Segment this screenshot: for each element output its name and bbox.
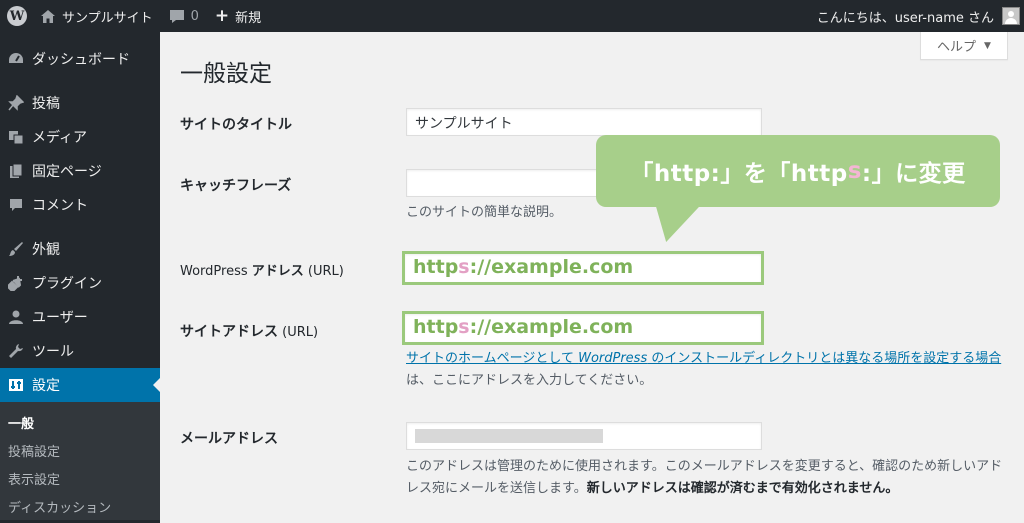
brush-icon — [4, 241, 28, 257]
user-icon — [4, 309, 28, 325]
tagline-description: このサイトの簡単な説明。 — [406, 205, 563, 220]
sidebar-item-posts[interactable]: 投稿 — [0, 86, 160, 120]
sidebar-item-tools[interactable]: ツール — [0, 334, 160, 368]
admin-sidebar: ダッシュボード 投稿 メディア 固定ページ コメント 外観 プラグイン ユーザー… — [0, 32, 161, 523]
greeting: こんにちは、user-name さん — [816, 10, 994, 26]
my-account-menu[interactable]: こんにちは、user-name さん — [809, 0, 1024, 32]
wordpress-logo-menu[interactable]: W — [2, 0, 32, 32]
comment-bubble-icon — [169, 9, 185, 24]
sidebar-item-plugins[interactable]: プラグイン — [0, 266, 160, 300]
settings-icon — [4, 377, 28, 393]
comments-menu[interactable]: 0 — [161, 0, 207, 32]
wordpress-logo-icon: W — [7, 6, 27, 26]
email-input[interactable] — [406, 422, 762, 450]
submenu-item-discussion[interactable]: ディスカッション — [0, 492, 160, 520]
dropdown-arrow-icon: ▼ — [984, 40, 991, 51]
site-name-menu[interactable]: サンプルサイト — [32, 0, 161, 32]
tagline-input[interactable] — [406, 169, 606, 197]
sidebar-item-users[interactable]: ユーザー — [0, 300, 160, 334]
home-icon — [40, 9, 56, 24]
site-address-label: サイトアドレス (URL) — [180, 324, 319, 340]
site-name: サンプルサイト — [62, 10, 153, 26]
email-description: このアドレスは管理のために使用されます。このメールアドレスを変更すると、確認のた… — [406, 459, 1003, 496]
site-title-label: サイトのタイトル — [180, 117, 292, 133]
submenu-item-general[interactable]: 一般 — [0, 408, 160, 436]
comments-count: 0 — [190, 8, 199, 24]
sidebar-item-media[interactable]: メディア — [0, 120, 160, 154]
redacted-email — [415, 429, 603, 443]
media-icon — [4, 129, 28, 145]
site-title-input[interactable]: サンプルサイト — [406, 108, 762, 136]
sidebar-item-settings[interactable]: 設定 — [0, 368, 161, 402]
admin-bar: W サンプルサイト 0 + 新規 こんにちは、user-name さん — [0, 0, 1024, 32]
callout-tail — [644, 206, 700, 242]
plus-icon: + — [214, 6, 230, 26]
plugin-icon — [4, 275, 28, 291]
submenu-item-reading[interactable]: 表示設定 — [0, 464, 160, 492]
main-content: ヘルプ ▼ 一般設定 サイトのタイトル サンプルサイト キャッチフレーズ このサ… — [160, 32, 1024, 523]
avatar — [1002, 7, 1020, 25]
sidebar-item-dashboard[interactable]: ダッシュボード — [0, 42, 160, 76]
annotation-callout: 「http:」を「http s:」に変更 — [596, 135, 1000, 207]
page-title: 一般設定 — [180, 61, 272, 87]
wordpress-address-label: WordPress アドレス (URL) — [180, 264, 344, 279]
new-label: 新規 — [235, 10, 262, 26]
site-address-help-link[interactable]: サイトのホームページとして WordPress のインストールディレクトリとは異… — [406, 351, 1001, 366]
wordpress-address-input[interactable]: https://example.com — [402, 251, 764, 285]
settings-submenu: 一般 投稿設定 表示設定 ディスカッション — [0, 402, 160, 520]
pin-icon — [4, 95, 28, 111]
submenu-item-writing[interactable]: 投稿設定 — [0, 436, 160, 464]
tagline-label: キャッチフレーズ — [180, 178, 292, 194]
sidebar-item-comments[interactable]: コメント — [0, 188, 160, 222]
dashboard-icon — [4, 51, 28, 67]
comment-icon — [4, 197, 28, 213]
site-address-description: サイトのホームページとして WordPress のインストールディレクトリとは異… — [406, 351, 1002, 388]
page-icon — [4, 163, 28, 179]
wrench-icon — [4, 343, 28, 359]
sidebar-item-pages[interactable]: 固定ページ — [0, 154, 160, 188]
email-label: メールアドレス — [180, 431, 278, 447]
sidebar-item-appearance[interactable]: 外観 — [0, 232, 160, 266]
help-tab-button[interactable]: ヘルプ ▼ — [920, 32, 1008, 60]
site-address-input[interactable]: https://example.com — [402, 311, 764, 345]
new-content-menu[interactable]: + 新規 — [207, 0, 269, 32]
